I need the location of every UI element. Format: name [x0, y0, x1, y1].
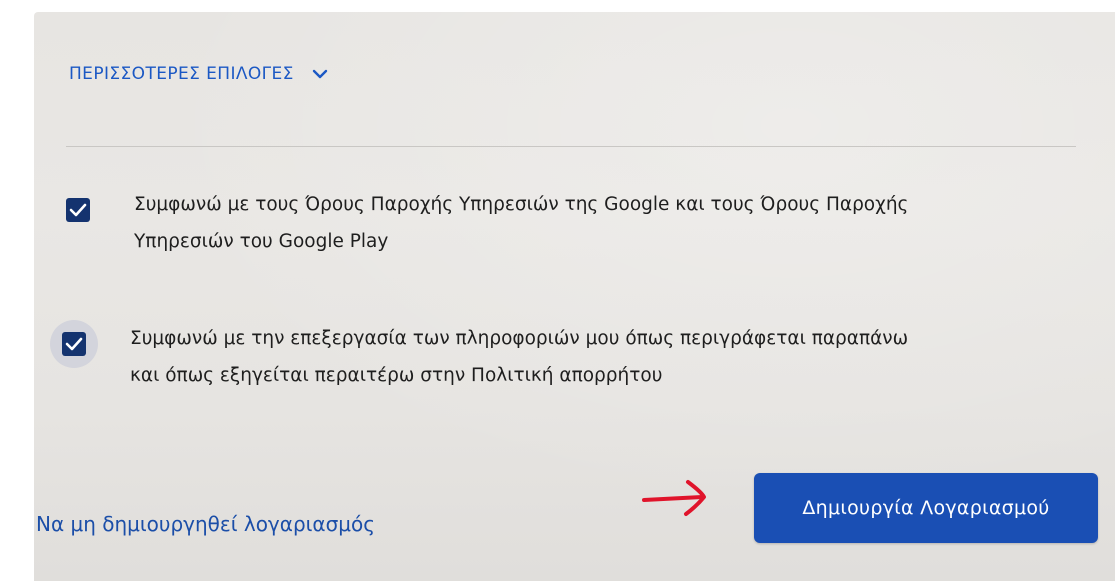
more-options-toggle[interactable]: ΠΕΡΙΣΣΟΤΕΡΕΣ ΕΠΙΛΟΓΕΣ [69, 64, 328, 84]
section-divider [66, 146, 1076, 147]
arrow-right-icon [642, 480, 706, 516]
privacy-consent-line-1: Συμφωνώ με την επεξεργασία των πληροφορι… [130, 328, 909, 349]
privacy-consent-label: Συμφωνώ με την επεξεργασία των πληροφορι… [130, 320, 908, 394]
terms-consent-label: Συμφωνώ με τους Όρους Παροχής Υπηρεσιών … [134, 186, 908, 260]
terms-consent-checkbox[interactable] [54, 186, 102, 234]
checkbox-box [62, 332, 86, 356]
signup-consent-screen: ΠΕΡΙΣΣΟΤΕΡΕΣ ΕΠΙΛΟΓΕΣ Συμφωνώ με τους Όρ… [34, 12, 1115, 581]
terms-consent-line-2: Υπηρεσιών του Google Play [134, 231, 389, 252]
photo-frame: ΠΕΡΙΣΣΟΤΕΡΕΣ ΕΠΙΛΟΓΕΣ Συμφωνώ με τους Όρ… [0, 0, 1115, 581]
checkbox-box [66, 198, 90, 222]
create-account-button[interactable]: Δημιουργία Λογαριασμού [754, 473, 1098, 543]
terms-consent-line-1: Συμφωνώ με τους Όρους Παροχής Υπηρεσιών … [134, 194, 909, 215]
privacy-consent-line-2: και όπως εξηγείται περαιτέρω στην Πολιτι… [130, 365, 663, 386]
checkmark-icon [69, 203, 87, 217]
skip-account-link[interactable]: Να μη δημιουργηθεί λογαριασμός [36, 512, 375, 536]
chevron-down-icon [312, 69, 328, 79]
privacy-consent-checkbox[interactable] [50, 320, 98, 368]
checkmark-icon [65, 337, 83, 351]
more-options-label: ΠΕΡΙΣΣΟΤΕΡΕΣ ΕΠΙΛΟΓΕΣ [69, 64, 294, 84]
